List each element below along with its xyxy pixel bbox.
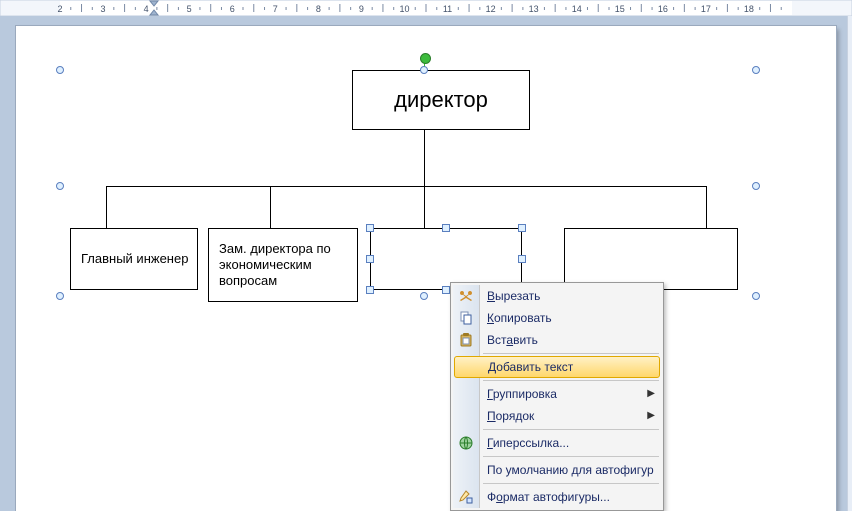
menu-item-label: Формат автофигуры...: [487, 490, 610, 504]
menu-item[interactable]: Формат автофигуры...: [453, 486, 661, 508]
shape-handle[interactable]: [442, 224, 450, 232]
connector: [706, 186, 707, 228]
svg-text:10: 10: [399, 4, 409, 14]
canvas-handle[interactable]: [56, 182, 64, 190]
canvas-handle[interactable]: [752, 66, 760, 74]
menu-item-label: Вставить: [487, 333, 538, 347]
menu-item-label: Вырезать: [487, 289, 540, 303]
menu-item-label: Порядок: [487, 409, 534, 423]
svg-text:15: 15: [615, 4, 625, 14]
org-box-child[interactable]: [564, 228, 738, 290]
canvas-handle[interactable]: [420, 292, 428, 300]
shape-handle[interactable]: [518, 255, 526, 263]
menu-item[interactable]: Вырезать: [453, 285, 661, 307]
svg-text:8: 8: [316, 4, 321, 14]
shape-handle[interactable]: [366, 255, 374, 263]
copy-icon: [458, 310, 474, 326]
shape-handle[interactable]: [442, 286, 450, 294]
svg-text:18: 18: [744, 4, 754, 14]
org-box-label: Зам. директора по экономическим вопросам: [219, 241, 349, 290]
menu-item-label: Гиперссылка...: [487, 436, 569, 450]
shape-handle[interactable]: [366, 224, 374, 232]
connector: [424, 130, 425, 186]
menu-item[interactable]: Гиперссылка...: [453, 432, 661, 454]
svg-text:3: 3: [101, 4, 106, 14]
connector: [424, 186, 425, 228]
svg-text:12: 12: [486, 4, 496, 14]
menu-item[interactable]: Вставить: [453, 329, 661, 351]
shape-handle[interactable]: [518, 224, 526, 232]
svg-text:17: 17: [701, 4, 711, 14]
canvas-handle[interactable]: [420, 66, 428, 74]
svg-text:6: 6: [230, 4, 235, 14]
svg-text:4: 4: [144, 4, 149, 14]
hyperlink-icon: [458, 435, 474, 451]
menu-separator: [483, 456, 659, 457]
org-box-director[interactable]: директор: [352, 70, 530, 130]
svg-text:11: 11: [443, 4, 452, 14]
rotation-handle-icon[interactable]: [420, 53, 431, 64]
svg-text:7: 7: [273, 4, 278, 14]
org-box-child[interactable]: Главный инженер: [70, 228, 198, 290]
menu-item-label: По умолчанию для автофигур: [487, 463, 654, 477]
document-page[interactable]: директор Главный инженер Зам. директора …: [16, 26, 836, 511]
menu-separator: [483, 483, 659, 484]
svg-text:2: 2: [57, 4, 62, 14]
org-box-child-selected[interactable]: [370, 228, 522, 290]
svg-text:14: 14: [572, 4, 582, 14]
format-shape-icon: [458, 489, 474, 505]
menu-separator: [483, 353, 659, 354]
svg-text:9: 9: [359, 4, 364, 14]
menu-item[interactable]: Копировать: [453, 307, 661, 329]
connector: [106, 186, 107, 228]
submenu-arrow-icon: ▶: [647, 405, 655, 427]
menu-item[interactable]: Добавить текст: [454, 356, 660, 378]
menu-item[interactable]: Группировка ▶: [453, 383, 661, 405]
menu-separator: [483, 380, 659, 381]
vertical-scrollbar[interactable]: [847, 0, 852, 511]
menu-item-label: Добавить текст: [488, 360, 573, 374]
svg-text:5: 5: [187, 4, 192, 14]
horizontal-ruler: 2 3 4 5 6 7 8 9 10 11 12 13 14 15 16 17 18: [0, 0, 852, 16]
shape-handle[interactable]: [366, 286, 374, 294]
context-menu[interactable]: Вырезать Копировать Вставить Добавить текст…: [450, 282, 664, 511]
menu-item-label: Группировка: [487, 387, 557, 401]
scissors-icon: [458, 288, 474, 304]
canvas-handle[interactable]: [56, 292, 64, 300]
svg-text:16: 16: [658, 4, 668, 14]
canvas-handle[interactable]: [56, 66, 64, 74]
submenu-arrow-icon: ▶: [647, 383, 655, 405]
menu-item[interactable]: По умолчанию для автофигур: [453, 459, 661, 481]
connector: [106, 186, 706, 187]
org-box-child[interactable]: Зам. директора по экономическим вопросам: [208, 228, 358, 302]
canvas-handle[interactable]: [752, 182, 760, 190]
org-box-label: Главный инженер: [81, 251, 188, 267]
connector: [270, 186, 271, 228]
svg-text:13: 13: [529, 4, 539, 14]
menu-separator: [483, 429, 659, 430]
org-box-label: директор: [394, 86, 488, 114]
menu-item-label: Копировать: [487, 311, 552, 325]
canvas-handle[interactable]: [752, 292, 760, 300]
menu-item[interactable]: Порядок ▶: [453, 405, 661, 427]
paste-icon: [458, 332, 474, 348]
